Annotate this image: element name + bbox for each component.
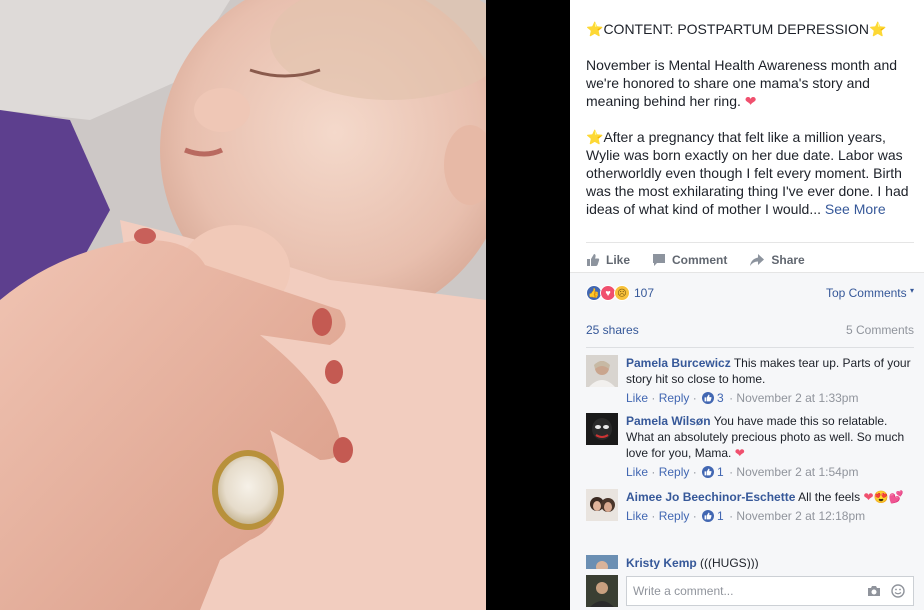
separator: ·: [648, 391, 659, 405]
avatar-image: [586, 489, 618, 521]
share-button-label: Share: [771, 252, 805, 267]
comment-item: Pamela Burcewicz This makes tear up. Par…: [586, 355, 914, 406]
comment-like-link[interactable]: Like: [626, 464, 648, 480]
feedback-section: 👍 ♥ ☹ 107 Top Comments ▾ 25 shares 5 Com…: [570, 272, 924, 610]
emoji-reactions: ❤😍💕: [863, 490, 904, 504]
share-arrow-icon: [750, 253, 765, 266]
separator: ·: [725, 465, 737, 479]
separator: ·: [689, 465, 701, 479]
comment-item: Aimee Jo Beechinor-Eschette All the feel…: [586, 489, 914, 524]
separator: ·: [725, 509, 737, 523]
caret-down-icon: ▾: [909, 286, 914, 295]
comment-button-label: Comment: [672, 252, 728, 267]
comment-input-box: [626, 576, 914, 606]
comment-body: Aimee Jo Beechinor-Eschette All the feel…: [626, 489, 914, 524]
comment-button[interactable]: Comment: [652, 253, 727, 267]
sad-reaction-icon: ☹: [614, 285, 630, 301]
post-paragraph-2: ⭐After a pregnancy that felt like a mill…: [586, 128, 916, 218]
thumbs-up-icon: [702, 466, 715, 478]
comment-body: Pamela Wilsøn You have made this so rela…: [626, 413, 914, 480]
separator: ·: [689, 509, 701, 523]
comment-reply-link[interactable]: Reply: [659, 390, 690, 406]
like-button-label: Like: [606, 252, 631, 267]
comment-icon: [653, 253, 666, 266]
shares-link[interactable]: 25 shares: [586, 323, 639, 337]
comment-timestamp[interactable]: November 2 at 12:18pm: [736, 508, 865, 524]
avatar[interactable]: [586, 555, 618, 569]
star-emoji: ⭐: [586, 129, 604, 145]
photo-letterbox: [486, 0, 570, 610]
star-emoji: ⭐: [586, 21, 604, 37]
comment-like-number: 1: [717, 509, 724, 523]
comment-body: Pamela Burcewicz This makes tear up. Par…: [626, 355, 914, 406]
comment-reply-link[interactable]: Reply: [659, 508, 690, 524]
comment-input[interactable]: [633, 584, 859, 598]
post-actions-bar: Like Comment Share: [586, 242, 914, 272]
comment-like-count[interactable]: 3: [702, 390, 724, 406]
avatar[interactable]: [586, 355, 618, 387]
comments-count[interactable]: 5 Comments: [846, 323, 914, 337]
comment-like-link[interactable]: Like: [626, 508, 648, 524]
star-emoji: ⭐: [868, 21, 887, 37]
comment-item: Kristy Kemp (((HUGS))): [586, 555, 914, 569]
post-photo[interactable]: [0, 0, 486, 610]
commenter-name[interactable]: Pamela Wilsøn: [626, 414, 711, 428]
post-heading: ⭐CONTENT: POSTPARTUM DEPRESSION⭐: [586, 20, 916, 38]
comment-timestamp[interactable]: November 2 at 1:54pm: [736, 464, 858, 480]
post-heading-text: CONTENT: POSTPARTUM DEPRESSION: [603, 21, 869, 37]
commenter-name[interactable]: Pamela Burcewicz: [626, 356, 731, 370]
post-text: ⭐CONTENT: POSTPARTUM DEPRESSION⭐ Novembe…: [586, 20, 916, 236]
comment-like-count[interactable]: 1: [702, 464, 724, 480]
heart-emoji: ❤: [744, 93, 757, 109]
top-comments-label: Top Comments: [825, 286, 907, 300]
shares-row: 25 shares 5 Comments: [586, 323, 914, 337]
top-comments-dropdown[interactable]: Top Comments ▾: [826, 286, 914, 300]
current-user-avatar: [586, 575, 618, 607]
comment-item: Pamela Wilsøn You have made this so rela…: [586, 413, 914, 480]
comment-meta: Like · Reply · 3 · November 2 at 1:33pm: [626, 390, 914, 406]
separator: ·: [648, 509, 659, 523]
comment-reply-link[interactable]: Reply: [659, 464, 690, 480]
separator: ·: [689, 391, 701, 405]
comment-like-number: 3: [717, 391, 724, 405]
post-detail-panel: ⭐CONTENT: POSTPARTUM DEPRESSION⭐ Novembe…: [570, 0, 924, 610]
like-button[interactable]: Like: [586, 253, 630, 267]
emoji-icon[interactable]: [889, 582, 907, 600]
comment-body: Kristy Kemp (((HUGS))): [626, 555, 914, 569]
avatar-image: [586, 413, 618, 445]
post-paragraph-1: November is Mental Health Awareness mont…: [586, 56, 916, 110]
commenter-name[interactable]: Aimee Jo Beechinor-Eschette: [626, 490, 795, 504]
divider: [586, 347, 914, 348]
heart-emoji: ❤: [734, 446, 745, 460]
baby-photo-illustration: [0, 0, 486, 610]
comment-like-number: 1: [717, 465, 724, 479]
avatar[interactable]: [586, 413, 618, 445]
camera-icon[interactable]: [865, 582, 883, 600]
comment-meta: Like · Reply · 1 · November 2 at 12:18pm: [626, 508, 914, 524]
comment-text: (((HUGS))): [700, 556, 759, 569]
comment-like-count[interactable]: 1: [702, 508, 724, 524]
commenter-name[interactable]: Kristy Kemp: [626, 556, 697, 569]
thumbs-up-icon: [587, 253, 600, 266]
see-more-link[interactable]: See More: [825, 201, 886, 217]
thumbs-up-icon: [702, 510, 715, 522]
thumbs-up-icon: [702, 392, 715, 404]
reaction-count[interactable]: 107: [634, 286, 654, 300]
comment-meta: Like · Reply · 1 · November 2 at 1:54pm: [626, 464, 914, 480]
comment-timestamp[interactable]: November 2 at 1:33pm: [736, 390, 858, 406]
reaction-summary[interactable]: 👍 ♥ ☹ 107: [586, 285, 654, 301]
post-paragraph-1-text: November is Mental Health Awareness mont…: [586, 57, 898, 109]
share-button[interactable]: Share: [749, 252, 805, 267]
comment-text: All the feels: [798, 490, 861, 504]
avatar: [586, 575, 618, 607]
separator: ·: [725, 391, 737, 405]
avatar-image: [586, 355, 618, 387]
reactions-row: 👍 ♥ ☹ 107 Top Comments ▾: [586, 285, 914, 301]
avatar[interactable]: [586, 489, 618, 521]
write-comment-row: [586, 575, 914, 607]
separator: ·: [648, 465, 659, 479]
avatar-image: [586, 555, 618, 569]
comment-like-link[interactable]: Like: [626, 390, 648, 406]
